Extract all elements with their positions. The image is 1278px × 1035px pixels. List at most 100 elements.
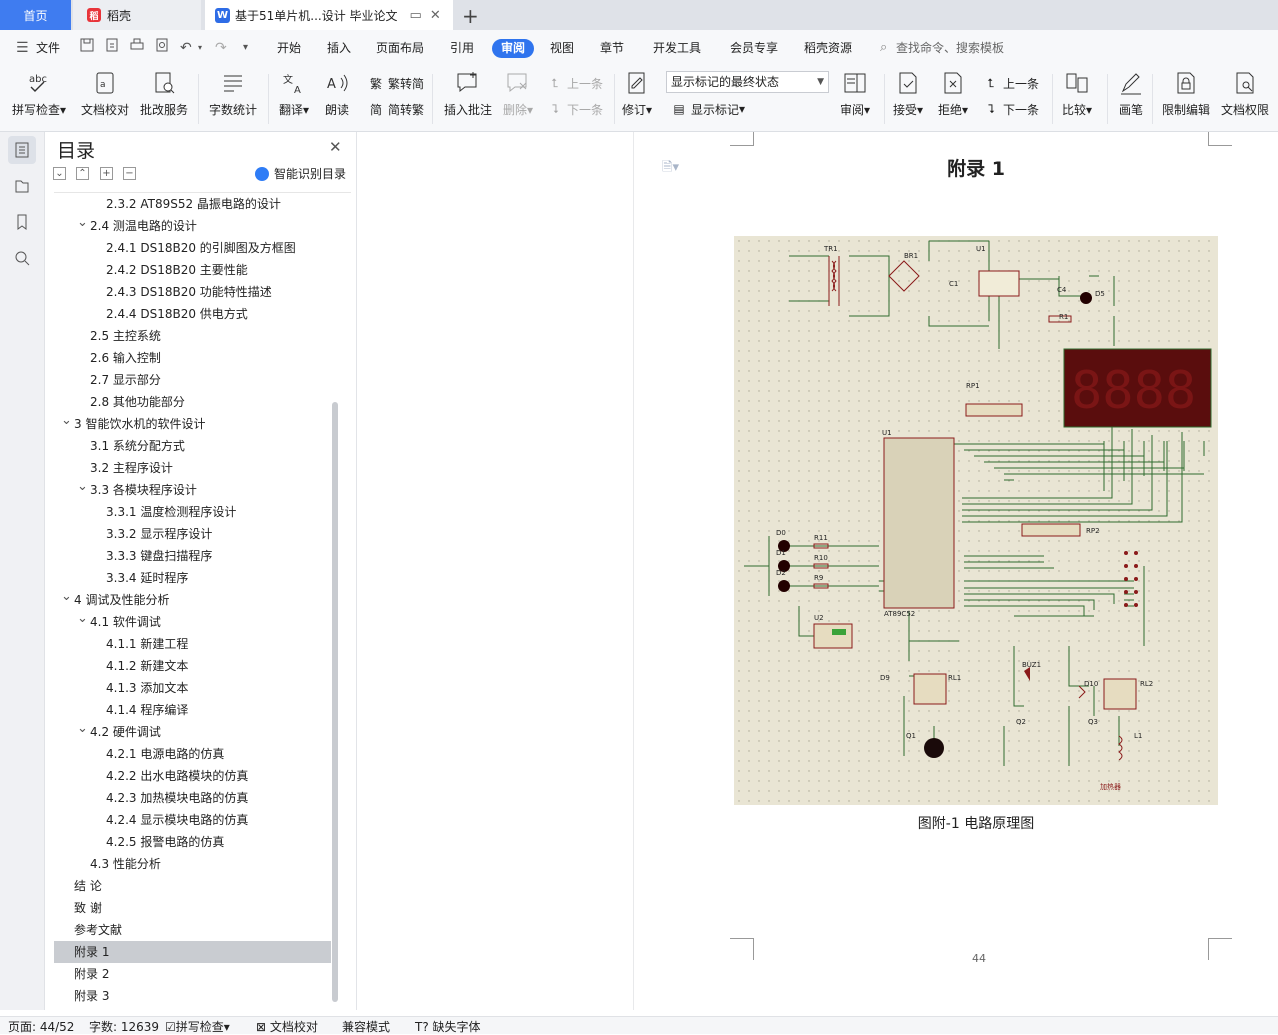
doc-proof-button[interactable]: a 文档校对: [81, 70, 129, 118]
toc-item[interactable]: 附录 3: [54, 985, 331, 1006]
next-change-button[interactable]: ⮧ 下一条: [983, 100, 1039, 118]
hamburger-icon[interactable]: ☰: [16, 30, 29, 66]
toc-item[interactable]: 2.6 输入控制: [54, 347, 331, 369]
menu-view[interactable]: 视图: [550, 30, 574, 66]
chapter-nav-icon[interactable]: [8, 172, 36, 200]
restrict-edit-button[interactable]: 限制编辑: [1162, 70, 1210, 118]
toc-item[interactable]: 3.1 系统分配方式: [54, 435, 331, 457]
menu-page-layout[interactable]: 页面布局: [376, 30, 424, 66]
toc-item[interactable]: 3.3.1 温度检测程序设计: [54, 501, 331, 523]
print-icon[interactable]: [130, 30, 144, 66]
search-command-input[interactable]: 查找命令、搜索模板: [896, 30, 1004, 66]
translate-button[interactable]: 文A 翻译▾: [279, 70, 309, 118]
toc-item[interactable]: 3.3.2 显示程序设计: [54, 523, 331, 545]
read-aloud-button[interactable]: A 朗读: [324, 70, 350, 118]
page-indicator[interactable]: 页面: 44/52: [8, 1018, 74, 1035]
undo-dropdown-icon[interactable]: ▾: [198, 30, 202, 66]
toc-item[interactable]: 4.2.5 报警电路的仿真: [54, 831, 331, 853]
close-icon[interactable]: ✕: [329, 138, 342, 156]
undo-icon[interactable]: ↶: [180, 30, 192, 66]
status-doc-proof[interactable]: ⊠ 文档校对: [256, 1018, 318, 1035]
menu-insert[interactable]: 插入: [327, 30, 351, 66]
toc-item[interactable]: ⌄ 2.4 测温电路的设计: [54, 215, 331, 237]
toc-item[interactable]: 4.1.3 添加文本: [54, 677, 331, 699]
toc-item[interactable]: 4.1.2 新建文本: [54, 655, 331, 677]
menu-reference[interactable]: 引用: [450, 30, 474, 66]
next-comment-button[interactable]: ⮧ 下一条: [547, 100, 603, 118]
toc-item[interactable]: 2.4.4 DS18B20 供电方式: [54, 303, 331, 325]
menu-member[interactable]: 会员专享: [730, 30, 778, 66]
toc-item[interactable]: 4.2.3 加热模块电路的仿真: [54, 787, 331, 809]
bookmark-icon[interactable]: [8, 208, 36, 236]
menu-dev-tools[interactable]: 开发工具: [653, 30, 701, 66]
doc-permission-button[interactable]: 文档权限: [1221, 70, 1269, 118]
menu-chapter[interactable]: 章节: [600, 30, 624, 66]
prev-change-button[interactable]: ⮤ 上一条: [983, 74, 1039, 92]
tab-daoke[interactable]: 稻 稻壳: [73, 0, 201, 30]
toc-item[interactable]: 2.8 其他功能部分: [54, 391, 331, 413]
batch-service-button[interactable]: 批改服务: [140, 70, 188, 118]
toc-item[interactable]: 2.3.2 AT89S52 晶振电路的设计: [54, 193, 331, 215]
chevron-down-icon[interactable]: ⌄: [61, 410, 72, 432]
collapse-all-icon[interactable]: ⌄: [53, 167, 66, 180]
status-spell-check[interactable]: ☑拼写检查▾: [165, 1018, 230, 1035]
toc-item[interactable]: 2.5 主控系统: [54, 325, 331, 347]
export-pdf-icon[interactable]: [105, 30, 119, 66]
toc-item[interactable]: 4.3 性能分析: [54, 853, 331, 875]
reject-button[interactable]: 拒绝▾: [938, 70, 968, 118]
toc-item[interactable]: 附录 1: [54, 941, 331, 963]
toc-item[interactable]: 4.1.4 程序编译: [54, 699, 331, 721]
toc-item[interactable]: ⌄ 3 智能饮水机的软件设计: [54, 413, 331, 435]
chevron-down-icon[interactable]: ⌄: [77, 608, 88, 630]
more-dropdown-icon[interactable]: ▾: [243, 30, 248, 66]
spell-check-button[interactable]: abc 拼写检查▾: [12, 70, 66, 118]
smart-toc-button[interactable]: 智能识别目录: [255, 165, 346, 182]
toc-item[interactable]: 4.2.2 出水电路模块的仿真: [54, 765, 331, 787]
menu-file[interactable]: 文件: [36, 30, 60, 66]
toc-item[interactable]: 3.3.4 延时程序: [54, 567, 331, 589]
accept-button[interactable]: 接受▾: [893, 70, 923, 118]
toc-item[interactable]: 3.3.3 键盘扫描程序: [54, 545, 331, 567]
toc-item[interactable]: 附录 2: [54, 963, 331, 985]
tab-home[interactable]: 首页: [0, 0, 71, 30]
toc-item[interactable]: ⌄ 4.2 硬件调试: [54, 721, 331, 743]
chevron-down-icon[interactable]: ⌄: [77, 718, 88, 740]
remove-heading-icon[interactable]: −: [123, 167, 136, 180]
delete-comment-button[interactable]: 删除▾: [503, 70, 533, 118]
word-count-button[interactable]: 字数统计: [209, 70, 257, 118]
toc-item[interactable]: 3.2 主程序设计: [54, 457, 331, 479]
print-preview-icon[interactable]: [155, 30, 169, 66]
toc-item[interactable]: ⌄ 3.3 各模块程序设计: [54, 479, 331, 501]
find-icon[interactable]: [8, 244, 36, 272]
revise-button[interactable]: 修订▾: [622, 70, 652, 118]
review-pane-button[interactable]: 审阅▾: [840, 70, 870, 118]
redo-icon[interactable]: ↷: [215, 30, 227, 66]
outline-panel-icon[interactable]: [8, 136, 36, 164]
tab-screen-icon[interactable]: ▭: [410, 8, 422, 23]
simp-to-trad-button[interactable]: 简简转繁: [368, 100, 424, 118]
toc-item[interactable]: 4.1.1 新建工程: [54, 633, 331, 655]
toc-item[interactable]: 4.2.1 电源电路的仿真: [54, 743, 331, 765]
toc-item[interactable]: 参考文献: [54, 919, 331, 941]
tab-close-icon[interactable]: ✕: [430, 8, 441, 23]
toc-item[interactable]: ⌄ 4 调试及性能分析: [54, 589, 331, 611]
tab-document[interactable]: W 基于51单片机...设计 毕业论文 ▭ ✕: [205, 0, 453, 30]
new-tab-icon[interactable]: +: [462, 4, 479, 28]
prev-comment-button[interactable]: ⮤ 上一条: [547, 74, 603, 92]
toc-item[interactable]: 2.7 显示部分: [54, 369, 331, 391]
menu-review[interactable]: 审阅: [492, 39, 535, 58]
toc-item[interactable]: 致 谢: [54, 897, 331, 919]
save-icon[interactable]: [80, 30, 94, 66]
toc-item[interactable]: ⌄ 4.1 软件调试: [54, 611, 331, 633]
toc-item[interactable]: 2.4.3 DS18B20 功能特性描述: [54, 281, 331, 303]
word-count-indicator[interactable]: 字数: 12639: [89, 1018, 159, 1035]
pen-button[interactable]: 画笔: [1118, 70, 1144, 118]
chevron-down-icon[interactable]: ⌄: [77, 212, 88, 234]
trad-to-simp-button[interactable]: 繁繁转简: [368, 74, 424, 92]
toc-item[interactable]: 2.4.1 DS18B20 的引脚图及方框图: [54, 237, 331, 259]
compare-button[interactable]: 比较▾: [1062, 70, 1092, 118]
toc-item[interactable]: 4.2.4 显示模块电路的仿真: [54, 809, 331, 831]
markup-state-select[interactable]: 显示标记的最终状态 ▼: [666, 71, 829, 93]
chevron-down-icon[interactable]: ⌄: [61, 586, 72, 608]
add-heading-icon[interactable]: +: [100, 167, 113, 180]
